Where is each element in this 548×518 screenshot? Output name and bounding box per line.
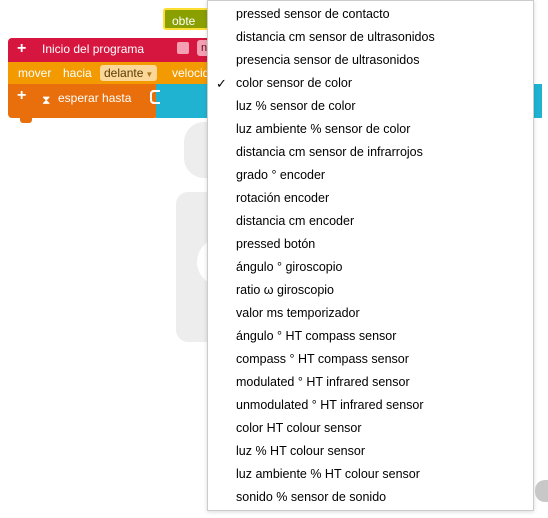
sensor-block[interactable] [150,84,213,118]
menu-item-label: compass ° HT compass sensor [236,352,409,366]
sensor-socket [150,90,160,104]
move-block[interactable]: mover hacia delante ▼ velocid [8,62,213,84]
workspace-scroll-handle[interactable] [535,480,548,502]
menu-item[interactable]: ángulo ° HT compass sensor [208,325,533,348]
menu-item[interactable]: color HT colour sensor [208,417,533,440]
menu-item-label: ángulo ° giroscopio [236,260,343,274]
menu-item[interactable]: sonido % sensor de sonido [208,486,533,509]
hourglass-icon: ⧗ [42,93,51,107]
wait-until-block[interactable]: + ⧗ esperar hasta [8,84,160,118]
blockly-workspace[interactable]: + Inicio del programa n mover hacia dela… [0,0,548,518]
menu-item[interactable]: distancia cm sensor de infrarrojos [208,141,533,164]
menu-item-label: presencia sensor de ultrasonidos [236,53,420,67]
menu-item-label: distancia cm encoder [236,214,355,228]
menu-item[interactable]: grado ° encoder [208,164,533,187]
plus-icon[interactable]: + [17,41,26,57]
menu-item[interactable]: pressed botón [208,233,533,256]
wait-until-label: esperar hasta [58,91,132,105]
menu-item[interactable]: modulated ° HT infrared sensor [208,371,533,394]
menu-item-label: ratio ω giroscopio [236,283,334,297]
menu-item[interactable]: ratio ω giroscopio [208,279,533,302]
menu-item-label: distancia cm sensor de ultrasonidos [236,30,435,44]
speed-label: velocid [172,66,210,80]
menu-item-label: valor ms temporizador [236,306,360,320]
menu-item[interactable]: presencia sensor de ultrasonidos [208,49,533,72]
menu-item-label: luz % sensor de color [236,99,356,113]
menu-item-label: modulated ° HT infrared sensor [236,375,410,389]
move-label: mover [18,66,52,80]
menu-item[interactable]: compass ° HT compass sensor [208,348,533,371]
direction-value: delante [104,66,144,80]
menu-item[interactable]: luz ambiente % HT colour sensor [208,463,533,486]
menu-item[interactable]: luz ambiente % sensor de color [208,118,533,141]
sensor-dropdown-menu[interactable]: pressed sensor de contacto distancia cm s… [207,0,534,511]
menu-item[interactable]: valor ms temporizador [208,302,533,325]
menu-item[interactable]: pressed sensor de contacto [208,3,533,26]
start-program-label: Inicio del programa [42,42,145,56]
move-towards-label: hacia [63,66,92,80]
chevron-down-icon: ▼ [145,70,154,79]
menu-item-label: sonido % sensor de sonido [236,490,387,504]
menu-item-label: ángulo ° HT compass sensor [236,329,397,343]
block-connector [20,117,32,123]
start-program-block[interactable]: + Inicio del programa n [8,38,217,62]
debug-checkbox[interactable] [177,42,189,54]
menu-item[interactable]: distancia cm encoder [208,210,533,233]
menu-item-label: color HT colour sensor [236,421,362,435]
menu-item-label: luz % HT colour sensor [236,444,365,458]
menu-item[interactable]: luz % sensor de color [208,95,533,118]
menu-item[interactable]: ✓ color sensor de color [208,72,533,95]
menu-item-label: unmodulated ° HT infrared sensor [236,398,424,412]
menu-item-label: distancia cm sensor de infrarrojos [236,145,423,159]
menu-item-label: luz ambiente % HT colour sensor [236,467,420,481]
menu-item[interactable]: rotación encoder [208,187,533,210]
menu-item[interactable]: luz % HT colour sensor [208,440,533,463]
menu-item[interactable]: distancia cm sensor de ultrasonidos [208,26,533,49]
menu-item-label: grado ° encoder [236,168,326,182]
direction-dropdown[interactable]: delante ▼ [100,65,158,81]
plus-icon[interactable]: + [17,88,26,104]
menu-item[interactable]: ángulo ° giroscopio [208,256,533,279]
menu-item-label: color sensor de color [236,76,353,90]
menu-item-label: rotación encoder [236,191,330,205]
menu-item[interactable]: unmodulated ° HT infrared sensor [208,394,533,417]
menu-item-label: pressed botón [236,237,316,251]
menu-item-label: luz ambiente % sensor de color [236,122,411,136]
menu-item-label: pressed sensor de contacto [236,7,390,21]
checkmark-icon: ✓ [216,76,227,91]
